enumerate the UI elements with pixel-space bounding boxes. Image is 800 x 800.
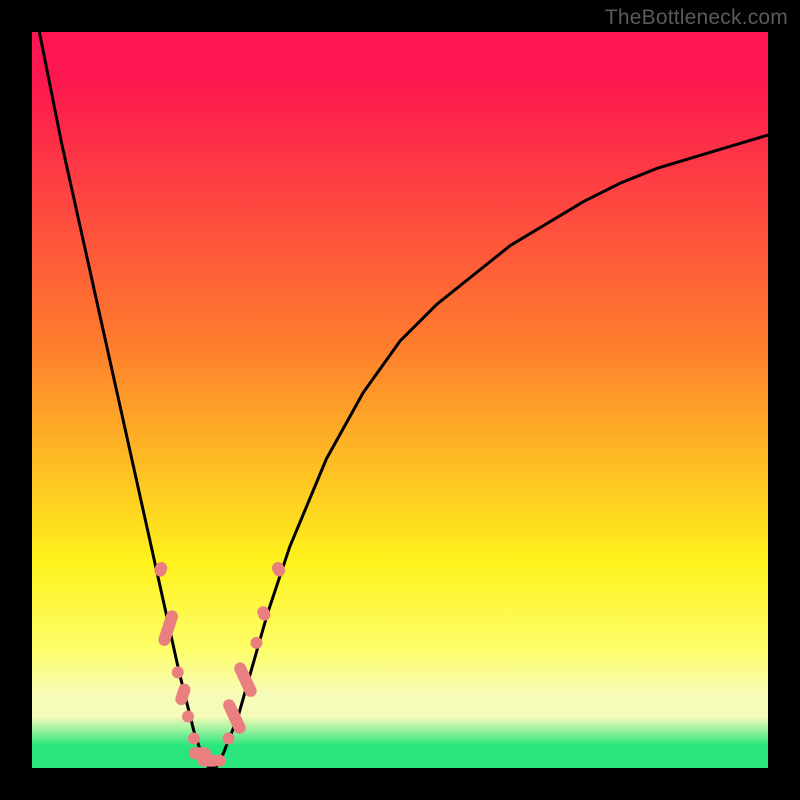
- curve-marker: [174, 682, 192, 707]
- curve-marker: [232, 660, 258, 698]
- chart-frame: TheBottleneck.com: [0, 0, 800, 800]
- curve-marker: [223, 733, 235, 745]
- curve-marker: [182, 710, 194, 722]
- curve-marker: [157, 609, 180, 648]
- curve-marker: [172, 666, 184, 678]
- curve-marker: [188, 733, 200, 745]
- plot-area: [32, 32, 768, 768]
- watermark-text: TheBottleneck.com: [605, 6, 788, 30]
- curve-marker: [221, 697, 247, 735]
- bottleneck-curve: [32, 32, 768, 768]
- marker-group: [153, 560, 287, 767]
- curve-marker: [250, 637, 262, 649]
- curve-path: [32, 0, 768, 768]
- curve-marker: [214, 755, 226, 767]
